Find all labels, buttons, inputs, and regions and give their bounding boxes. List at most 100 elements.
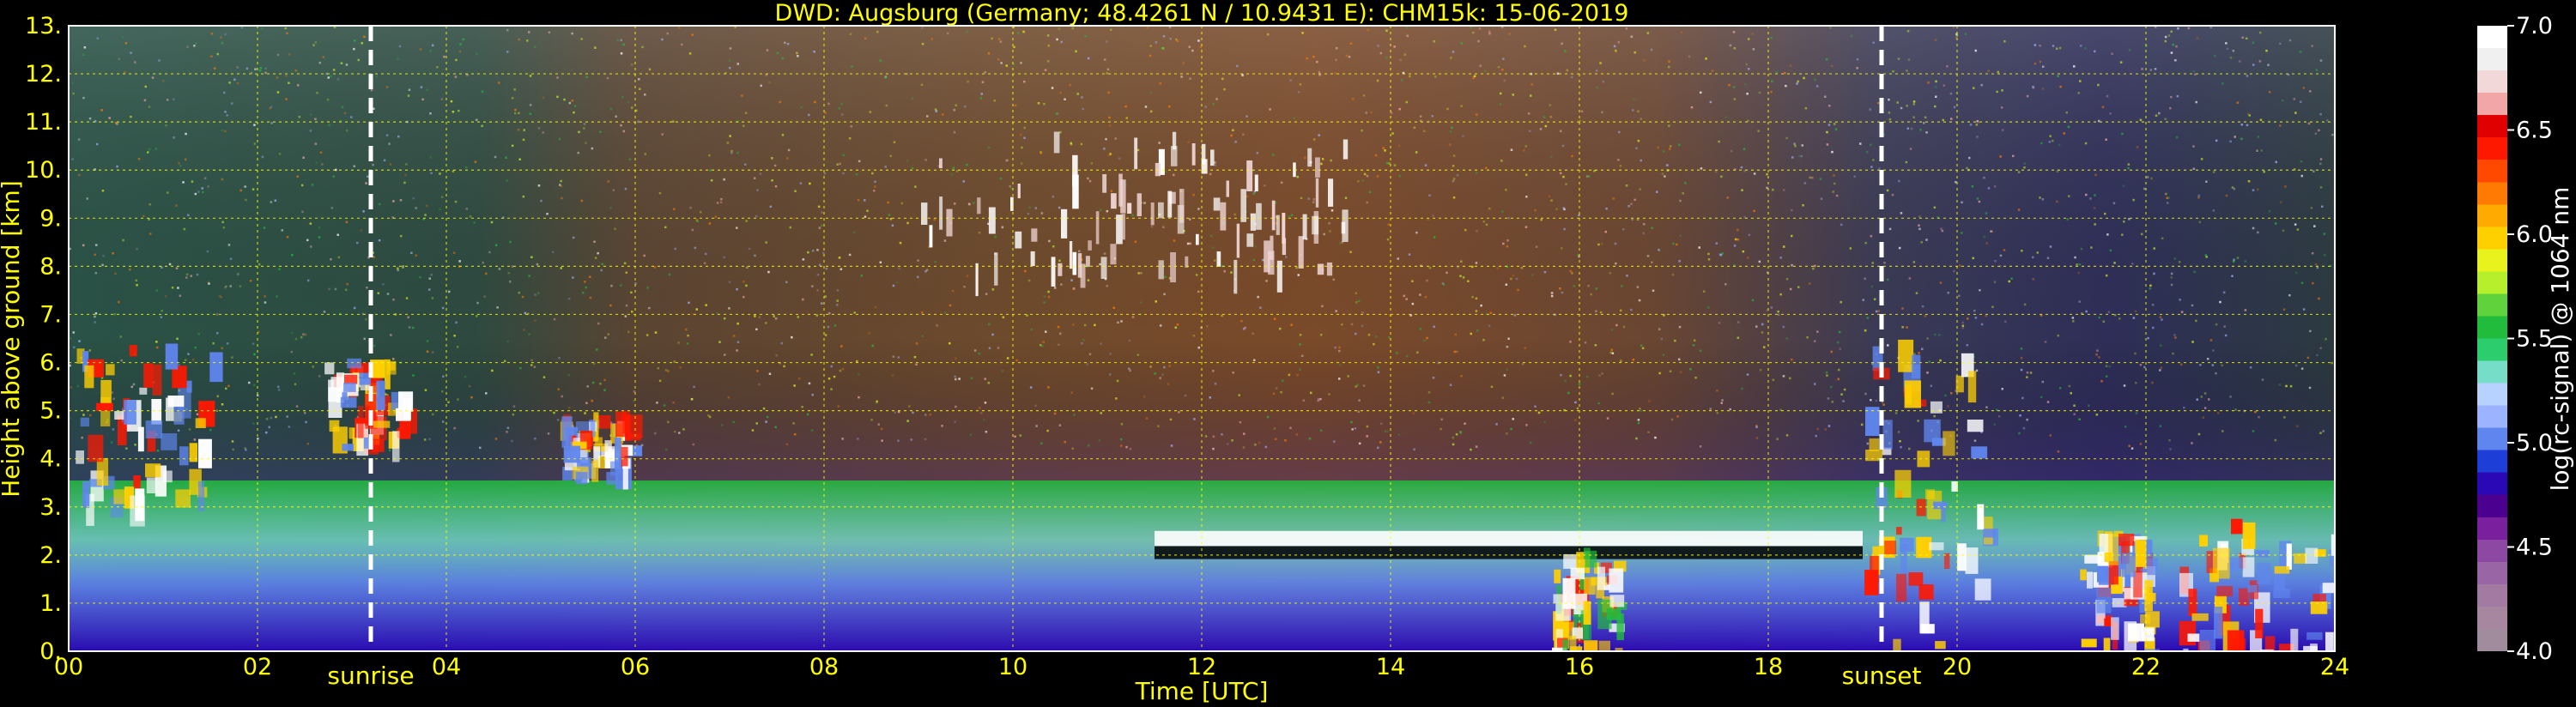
noise-speck [1454,333,1458,336]
noise-speck [2104,212,2106,215]
noise-speck [2170,51,2173,54]
noise-speck [2107,311,2111,313]
noise-speck [506,28,509,32]
noise-speck [1388,336,1391,339]
noise-speck [571,32,573,35]
noise-speck [1488,30,1491,33]
noise-speck [1571,272,1573,275]
noise-speck [2044,341,2047,343]
feature-blob [2199,630,2216,651]
noise-speck [1961,201,1963,204]
noise-speck [1901,307,1904,310]
noise-speck [1508,33,1512,35]
noise-speck [1242,133,1245,136]
noise-speck [630,291,633,294]
noise-speck [1827,397,1830,400]
noise-speck [667,370,670,372]
noise-speck [94,271,98,275]
feature-blob [342,444,354,451]
noise-speck [102,255,105,257]
noise-speck [1700,91,1702,94]
noise-speck [1189,77,1191,80]
feature-blob [622,466,628,490]
noise-speck [2023,162,2026,165]
noise-speck [2020,347,2023,350]
feature-blob [1317,263,1324,275]
noise-speck [2170,30,2173,33]
noise-speck [839,162,841,166]
noise-speck [227,244,231,246]
noise-speck [1108,116,1111,119]
noise-speck [1243,432,1246,435]
noise-speck [2310,207,2313,209]
noise-speck [774,317,778,320]
feature-blob [615,437,621,470]
noise-speck [1748,233,1751,237]
noise-speck [607,333,609,335]
noise-speck [245,198,247,202]
noise-speck [1221,433,1223,436]
noise-speck [1938,334,1941,336]
noise-speck [603,389,606,391]
noise-speck [580,199,584,202]
noise-speck [1125,445,1128,449]
noise-speck [288,53,291,56]
noise-speck [2197,196,2200,199]
noise-speck [1510,148,1513,151]
feature-blob [1930,401,1943,414]
noise-speck [873,190,876,192]
noise-speck [1632,109,1634,112]
noise-speck [1059,92,1062,94]
colorbar-label: log(rc-signal) @ 1064 nm [2546,187,2574,492]
noise-speck [723,178,725,181]
noise-speck [264,71,267,75]
noise-speck [1083,323,1087,327]
noise-speck [1564,50,1567,52]
noise-speck [1574,401,1577,404]
noise-speck [2192,145,2195,148]
feature-blob [179,446,189,466]
noise-speck [1419,328,1422,330]
noise-speck [443,55,445,58]
noise-speck [2049,135,2052,137]
noise-speck [2306,356,2310,360]
noise-speck [2174,59,2177,62]
noise-speck [785,443,789,445]
noise-speck [983,418,985,421]
noise-speck [165,124,167,127]
noise-speck [644,153,647,155]
noise-speck [1403,294,1405,298]
noise-speck [838,257,841,259]
noise-speck [925,269,929,271]
noise-speck [1746,373,1749,376]
noise-speck [1549,116,1553,118]
noise-speck [518,38,520,41]
noise-speck [816,274,820,276]
noise-speck [728,307,730,310]
noise-speck [2039,60,2042,63]
noise-speck [186,45,189,48]
noise-speck [1836,341,1840,344]
noise-speck [1625,184,1628,187]
noise-speck [648,306,651,310]
noise-speck [1654,436,1657,439]
noise-speck [593,240,596,243]
noise-speck [407,94,410,97]
feature-blob [82,481,90,509]
noise-speck [2108,366,2111,368]
feature-blob [1307,148,1312,167]
noise-speck [1758,91,1761,94]
feature-blob [994,252,998,286]
feature-blob [1912,354,1921,379]
noise-speck [1870,399,1872,402]
noise-speck [481,90,484,93]
noise-speck [125,447,128,450]
noise-speck [1120,444,1123,447]
noise-speck [2275,222,2277,225]
noise-speck [1254,444,1257,446]
feature-blob [2242,557,2255,577]
noise-speck [2316,266,2319,269]
noise-speck [1682,192,1684,195]
noise-speck [302,156,305,159]
noise-speck [390,334,392,336]
